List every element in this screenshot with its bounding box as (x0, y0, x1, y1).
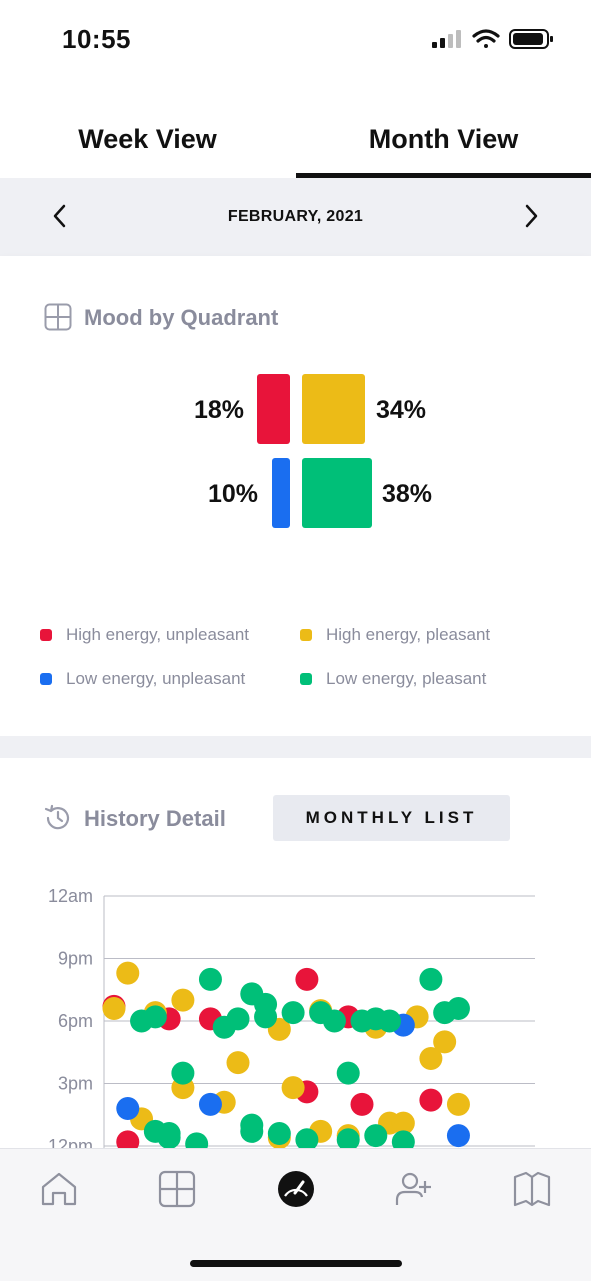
mood-section-title: Mood by Quadrant (84, 305, 279, 330)
quadrant-low-unpleasant[interactable] (271, 458, 290, 528)
legend-low-unpleasant: Low energy, unpleasant (40, 669, 245, 689)
mood-point[interactable] (254, 1005, 278, 1029)
monthly-list-button[interactable]: MONTHLY LIST (273, 795, 510, 841)
mood-quadrant-card: Mood by Quadrant 18% 34% 10% 38% High en… (0, 256, 591, 736)
legend-swatch (40, 629, 52, 641)
tab-month-view[interactable]: Month View (296, 100, 591, 178)
mood-point[interactable] (143, 1005, 167, 1029)
mood-point[interactable] (281, 1076, 305, 1100)
add-person-icon[interactable] (394, 1169, 434, 1209)
history-scatter-chart: 12am 9pm 6pm 3pm 12pm (48, 886, 535, 1148)
quadrant-high-pleasant[interactable] (302, 374, 365, 444)
status-time: 10:55 (62, 24, 131, 54)
mood-point[interactable] (116, 961, 140, 985)
prev-month-button[interactable] (40, 196, 80, 236)
view-tabs: Week View Month View (0, 100, 591, 180)
legend-swatch (300, 629, 312, 641)
legend-high-unpleasant: High energy, unpleasant (40, 625, 249, 645)
legend-label: Low energy, pleasant (326, 669, 487, 688)
mood-point[interactable] (171, 988, 195, 1012)
chevron-left-icon (53, 204, 66, 228)
cellular-signal-icon (432, 30, 461, 48)
mood-point[interactable] (322, 1009, 346, 1033)
legend-high-pleasant: High energy, pleasant (300, 625, 490, 645)
month-navigation: FEBRUARY, 2021 (0, 178, 591, 256)
y-tick-label: 6pm (58, 1011, 93, 1031)
mood-point[interactable] (378, 1009, 402, 1033)
grid-icon[interactable] (157, 1169, 197, 1209)
grid-icon (44, 303, 72, 331)
chevron-right-icon (525, 204, 538, 228)
mood-point[interactable] (433, 1030, 457, 1054)
y-tick-label: 3pm (58, 1074, 93, 1094)
mood-point[interactable] (446, 997, 470, 1020)
legend-swatch (300, 673, 312, 685)
y-tick-label: 9pm (58, 949, 93, 969)
mood-point[interactable] (446, 1092, 470, 1116)
quadrant-low-pleasant[interactable] (302, 458, 373, 528)
history-icon (44, 804, 70, 830)
gauge-icon[interactable] (276, 1169, 316, 1209)
mood-point[interactable] (350, 1092, 374, 1116)
percent-low-pleasant: 38% (382, 480, 433, 508)
mood-point[interactable] (336, 1061, 360, 1085)
legend-label: High energy, unpleasant (66, 625, 250, 644)
status-icons (432, 29, 553, 49)
mood-point[interactable] (116, 1130, 140, 1148)
mood-point[interactable] (419, 1088, 443, 1112)
home-icon[interactable] (39, 1169, 79, 1209)
battery-icon (509, 29, 553, 49)
next-month-button[interactable] (511, 196, 551, 236)
mood-point[interactable] (295, 967, 319, 991)
legend-swatch (40, 673, 52, 685)
mood-point[interactable] (281, 1001, 305, 1025)
legend-label: Low energy, unpleasant (66, 669, 246, 688)
section-divider (0, 736, 591, 758)
mood-point[interactable] (226, 1051, 250, 1075)
mood-point[interactable] (171, 1061, 195, 1085)
legend-label: High energy, pleasant (326, 625, 491, 644)
journal-icon[interactable] (512, 1169, 552, 1209)
mood-point[interactable] (364, 1124, 388, 1148)
y-tick-label: 12am (48, 886, 93, 906)
status-bar: 10:55 (0, 0, 591, 80)
y-tick-label: 12pm (48, 1136, 93, 1148)
percent-high-pleasant: 34% (376, 396, 427, 424)
mood-point[interactable] (185, 1132, 209, 1148)
wifi-icon (472, 29, 500, 48)
legend-low-pleasant: Low energy, pleasant (300, 669, 486, 689)
mood-point[interactable] (116, 1097, 140, 1120)
quadrant-high-unpleasant[interactable] (256, 374, 290, 444)
percent-low-unpleasant: 10% (208, 480, 259, 508)
mood-point[interactable] (419, 967, 443, 991)
mood-point[interactable] (267, 1122, 291, 1145)
home-indicator (190, 1260, 402, 1267)
month-label: FEBRUARY, 2021 (227, 208, 364, 225)
mood-point[interactable] (198, 1092, 222, 1116)
tab-week-view[interactable]: Week View (0, 100, 295, 178)
mood-point[interactable] (198, 967, 222, 991)
mood-point[interactable] (240, 1113, 264, 1137)
mood-point[interactable] (446, 1124, 470, 1148)
history-section-title: History Detail (84, 806, 226, 831)
mood-point[interactable] (102, 997, 126, 1020)
mood-point[interactable] (226, 1007, 250, 1031)
percent-high-unpleasant: 18% (194, 396, 245, 424)
